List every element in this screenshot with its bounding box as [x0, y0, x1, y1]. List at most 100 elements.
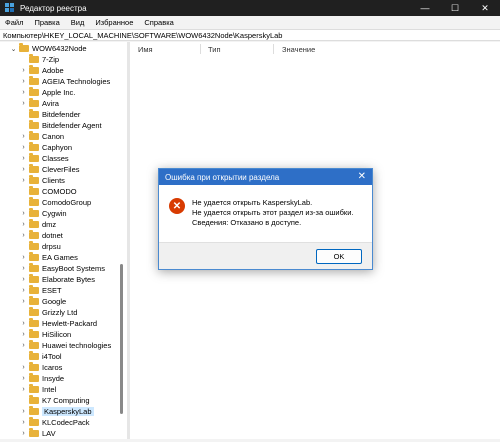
tree-item[interactable]: ComodoGroup — [20, 197, 91, 208]
chevron-right-icon[interactable]: › — [20, 287, 27, 294]
tree-item[interactable]: › HiSilicon — [20, 329, 71, 340]
column-value[interactable]: Значение — [282, 45, 315, 54]
folder-icon — [29, 417, 39, 426]
menu-edit[interactable]: Правка — [34, 18, 59, 27]
tree-item[interactable]: › Cygwin — [20, 208, 67, 219]
chevron-right-icon[interactable]: › — [20, 221, 27, 228]
tree-item[interactable]: › AGEIA Technologies — [20, 76, 110, 87]
chevron-right-icon[interactable]: › — [20, 210, 27, 217]
chevron-right-icon[interactable]: › — [20, 375, 27, 382]
close-button[interactable]: ✕ — [470, 0, 500, 16]
column-separator[interactable] — [273, 44, 274, 54]
folder-icon — [29, 230, 39, 239]
minimize-button[interactable]: — — [410, 0, 440, 16]
folder-icon — [29, 186, 39, 195]
tree-item[interactable]: › Adobe — [20, 65, 64, 76]
chevron-right-icon[interactable]: › — [20, 177, 27, 184]
chevron-right-icon[interactable]: › — [20, 298, 27, 305]
chevron-right-icon[interactable]: › — [20, 430, 27, 437]
chevron-right-icon[interactable]: › — [20, 133, 27, 140]
tree-item[interactable]: Grizzly Ltd — [20, 307, 77, 318]
tree-item[interactable]: › KasperskyLab — [20, 406, 94, 417]
tree-item-label: 7-Zip — [42, 55, 60, 64]
tree-item[interactable]: COMODO — [20, 186, 77, 197]
address-bar[interactable]: Компьютер\HKEY_LOCAL_MACHINE\SOFTWARE\WO… — [0, 29, 500, 41]
tree-scrollbar[interactable] — [120, 264, 123, 414]
tree-item[interactable]: › Huawei technologies — [20, 340, 111, 351]
chevron-right-icon[interactable]: › — [20, 232, 27, 239]
tree-item[interactable]: › Canon — [20, 131, 64, 142]
chevron-right-icon[interactable]: › — [20, 364, 27, 371]
tree-item[interactable]: drpsu — [20, 241, 61, 252]
folder-icon — [29, 87, 39, 96]
tree-item[interactable]: › Intel — [20, 384, 56, 395]
folder-icon — [29, 197, 39, 206]
chevron-right-icon[interactable]: › — [20, 320, 27, 327]
chevron-right-icon[interactable]: › — [20, 254, 27, 261]
tree-item-label: COMODO — [42, 187, 77, 196]
tree-item[interactable]: › Avira — [20, 98, 59, 109]
menu-favorites[interactable]: Избранное — [95, 18, 133, 27]
tree-item[interactable]: › EA Games — [20, 252, 78, 263]
tree-item[interactable]: › dotnet — [20, 230, 63, 241]
tree-item[interactable]: › Apple Inc. — [20, 87, 75, 98]
chevron-right-icon[interactable]: › — [20, 89, 27, 96]
tree-item[interactable]: › CleverFiles — [20, 164, 80, 175]
chevron-right-icon[interactable]: › — [20, 408, 27, 415]
tree-item-label: i4Tool — [42, 352, 62, 361]
column-separator[interactable] — [200, 44, 201, 54]
title-bar: Редактор реестра — ☐ ✕ — [0, 0, 500, 16]
chevron-right-icon[interactable]: › — [20, 386, 27, 393]
chevron-right-icon[interactable]: › — [20, 331, 27, 338]
tree-item[interactable]: Bitdefender Agent — [20, 120, 102, 131]
tree-item-label: Hewlett-Packard — [42, 319, 98, 328]
tree-item[interactable]: Bitdefender — [20, 109, 80, 120]
chevron-right-icon[interactable]: › — [20, 276, 27, 283]
chevron-right-icon[interactable]: › — [20, 144, 27, 151]
menu-help[interactable]: Справка — [144, 18, 173, 27]
folder-icon — [29, 54, 39, 63]
chevron-right-icon[interactable]: › — [20, 166, 27, 173]
tree-root-item[interactable]: ⌄ WOW6432Node — [10, 43, 87, 54]
tree-item[interactable]: › Google — [20, 296, 66, 307]
window-title: Редактор реестра — [20, 3, 87, 13]
column-name[interactable]: Имя — [138, 45, 153, 54]
tree-item[interactable]: › KLCodecPack — [20, 417, 90, 428]
folder-icon — [29, 296, 39, 305]
chevron-right-icon[interactable]: › — [20, 155, 27, 162]
tree-item-label: KasperskyLab — [42, 407, 94, 416]
tree-item-label: Intel — [42, 385, 57, 394]
registry-tree[interactable]: ⌄ WOW6432Node 7-Zip › Adobe › AGEIA Technolo… — [0, 42, 127, 439]
tree-item[interactable]: i4Tool — [20, 351, 62, 362]
tree-item[interactable]: › Insyde — [20, 373, 64, 384]
folder-icon — [29, 340, 39, 349]
ok-button[interactable]: OK — [316, 249, 362, 264]
tree-item[interactable]: › Caphyon — [20, 142, 72, 153]
tree-item[interactable]: › Elaborate Bytes — [20, 274, 95, 285]
tree-item[interactable]: › Clients — [20, 175, 65, 186]
tree-item[interactable]: › dmz — [20, 219, 56, 230]
chevron-right-icon[interactable]: › — [20, 67, 27, 74]
tree-item[interactable]: › ESET — [20, 285, 62, 296]
tree-item[interactable]: › Hewlett-Packard — [20, 318, 97, 329]
chevron-down-icon[interactable]: ⌄ — [10, 45, 17, 53]
chevron-right-icon[interactable]: › — [20, 342, 27, 349]
maximize-button[interactable]: ☐ — [440, 0, 470, 16]
tree-item-label: WOW6432Node — [32, 44, 87, 53]
column-type[interactable]: Тип — [208, 45, 221, 54]
chevron-right-icon[interactable]: › — [20, 265, 27, 272]
chevron-right-icon[interactable]: › — [20, 419, 27, 426]
tree-item[interactable]: K7 Computing — [20, 395, 90, 406]
tree-item[interactable]: › EasyBoot Systems — [20, 263, 105, 274]
menu-file[interactable]: Файл — [5, 18, 23, 27]
close-icon[interactable]: ✕ — [358, 171, 366, 182]
menu-view[interactable]: Вид — [71, 18, 85, 27]
tree-item[interactable]: › LAV — [20, 428, 56, 439]
tree-item[interactable]: › Icaros — [20, 362, 62, 373]
folder-icon — [29, 98, 39, 107]
folder-icon — [19, 43, 29, 52]
chevron-right-icon[interactable]: › — [20, 78, 27, 85]
tree-item[interactable]: 7-Zip — [20, 54, 59, 65]
tree-item[interactable]: › Classes — [20, 153, 69, 164]
chevron-right-icon[interactable]: › — [20, 100, 27, 107]
